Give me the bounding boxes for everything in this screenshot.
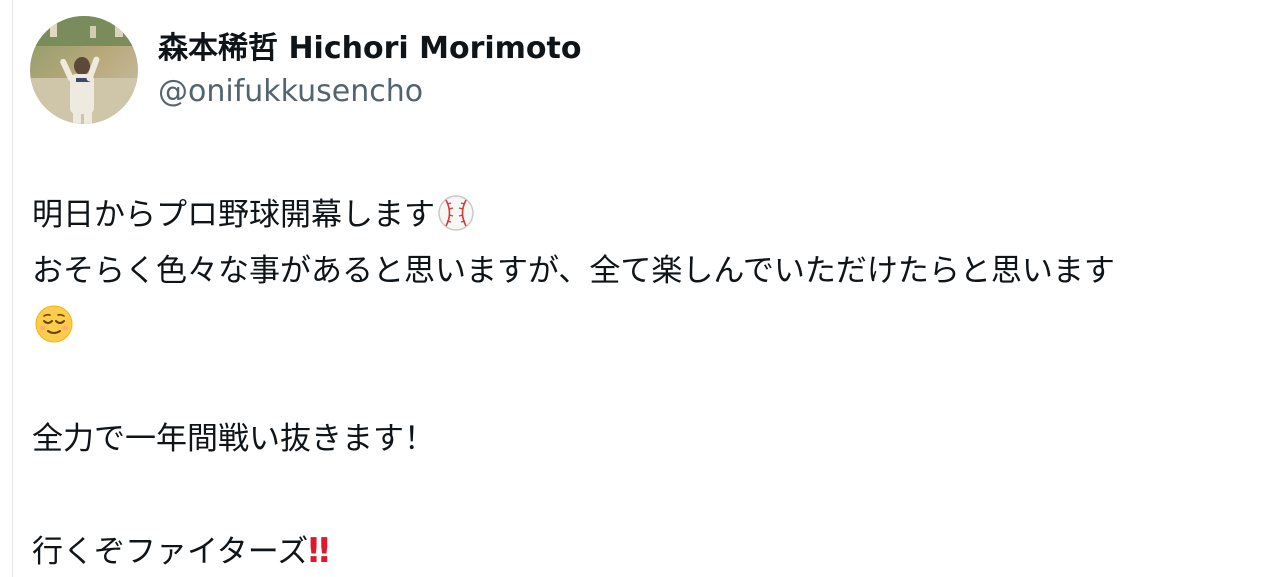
tweet-line-4-blank — [32, 355, 1282, 411]
author-avatar[interactable] — [30, 16, 138, 124]
tweet-line-7: 行くぞファイターズ‼ — [32, 523, 1282, 577]
double-exclamation-emoji-icon: ‼ — [308, 531, 329, 571]
tweet-card: 森本稀哲 Hichori Morimoto @onifukkusencho 明日… — [0, 0, 1286, 577]
tweet-line-7-text: 行くぞファイターズ — [32, 534, 309, 570]
author-display-name[interactable]: 森本稀哲 Hichori Morimoto — [158, 30, 581, 68]
tweet-line-5: 全力で一年間戦い抜きます！ — [32, 421, 435, 457]
tweet-line-3 — [32, 299, 1282, 355]
tweet-line-6-blank — [32, 467, 1282, 523]
author-handle[interactable]: @onifukkusencho — [158, 73, 423, 111]
user-avatar-photo-icon — [30, 16, 138, 124]
relieved-face-emoji-icon — [34, 304, 74, 344]
tweet-text: 明日からプロ野球開幕します おそらく色々な事があると思いますが、全て楽しんでいた… — [32, 187, 1282, 577]
tweet-line-1: 明日からプロ野球開幕します — [32, 187, 1282, 243]
tweet-line-1-text: 明日からプロ野球開幕します — [32, 197, 435, 233]
baseball-emoji-icon — [437, 194, 475, 232]
tweet-line-2: おそらく色々な事があると思いますが、全て楽しんでいただけたらと思います — [32, 253, 1115, 289]
